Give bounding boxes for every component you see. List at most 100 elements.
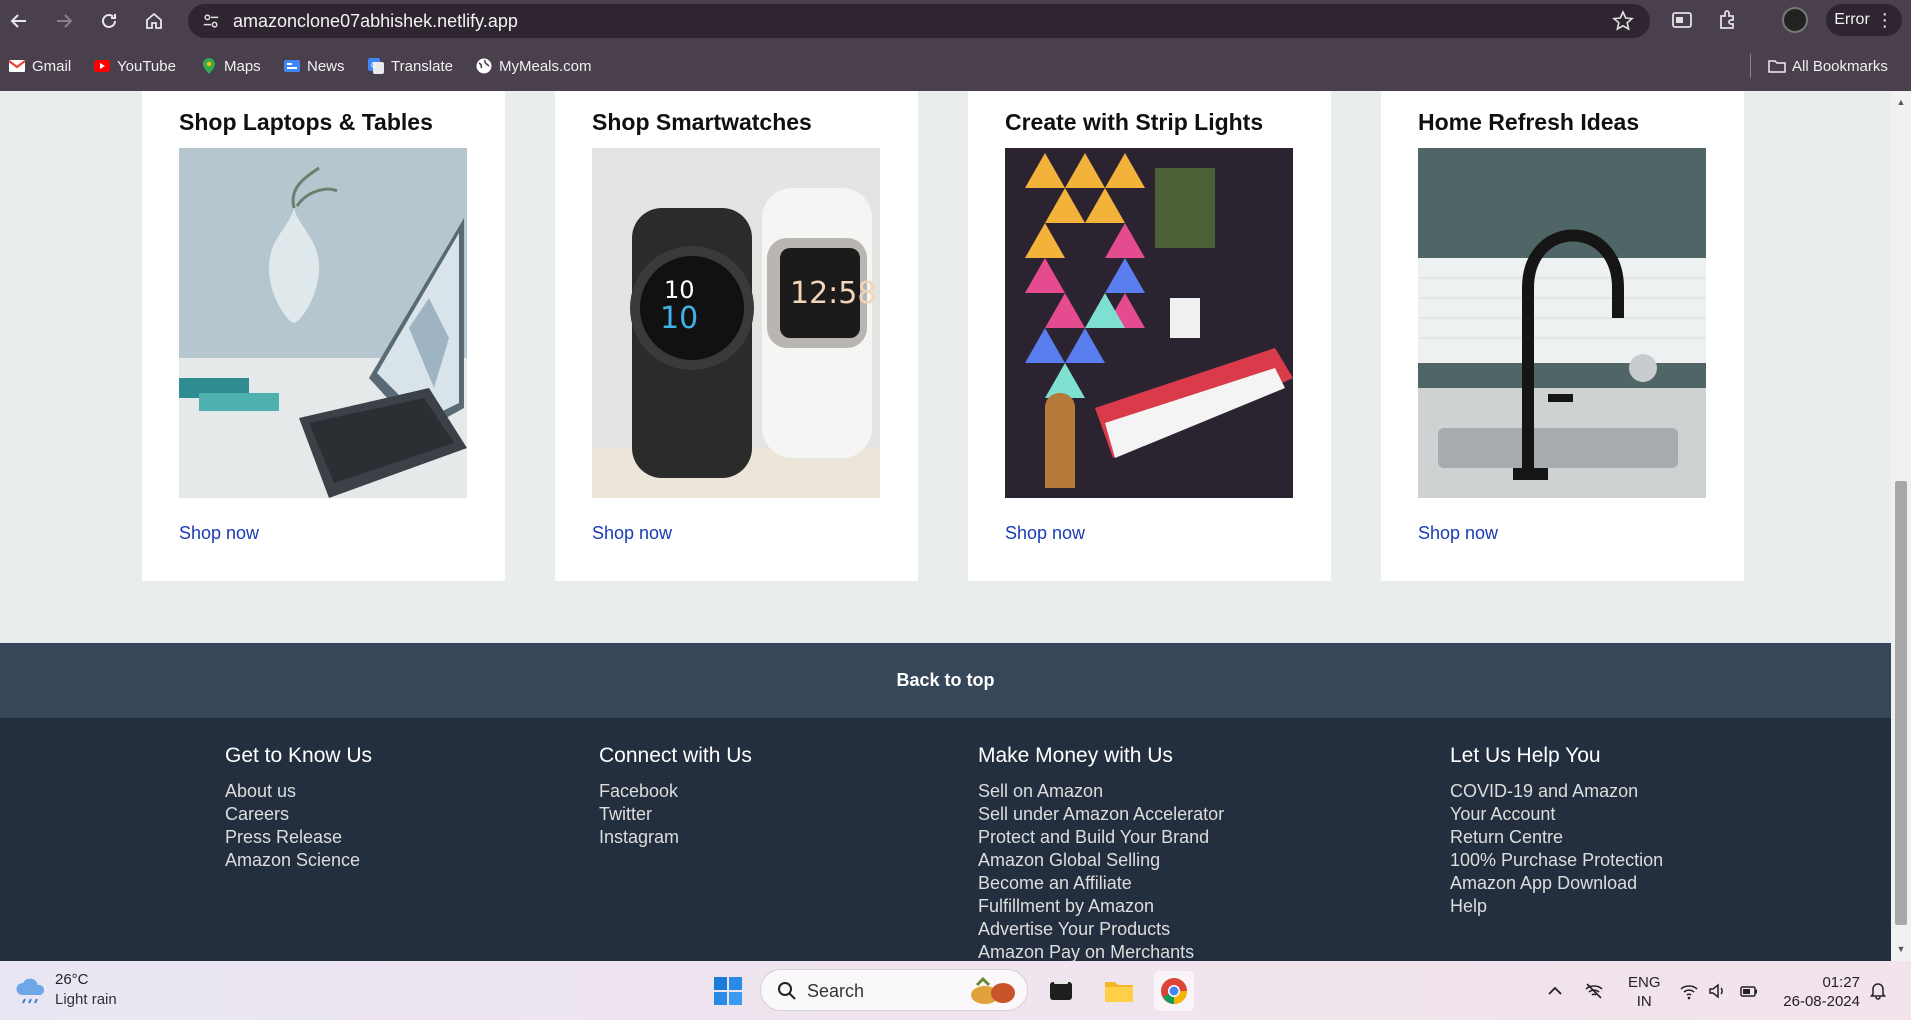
footer-heading: Get to Know Us [225,744,373,767]
footer-link[interactable]: Instagram [599,826,752,849]
footer-link[interactable]: Help [1450,895,1663,918]
footer-link[interactable]: 100% Purchase Protection [1450,849,1663,872]
bookmark-label: YouTube [117,57,176,75]
svg-text:10: 10 [664,276,695,304]
chevron-up-icon[interactable] [1545,981,1565,1001]
volume-icon[interactable] [1707,981,1727,1001]
back-to-top-button[interactable]: Back to top [0,643,1891,718]
category-card: Home Refresh Ideas Shop now [1381,91,1744,581]
footer: Get to Know Us About us Careers Press Re… [0,718,1891,961]
bookmark-star-icon[interactable] [1612,10,1634,32]
bookmark-maps[interactable]: Maps [200,55,261,77]
folder-app-icon [1105,982,1133,1002]
bookmark-translate[interactable]: G Translate [367,55,453,77]
shop-now-link[interactable]: Shop now [1005,523,1085,544]
footer-heading: Connect with Us [599,744,752,767]
extensions-icon[interactable] [1716,8,1740,32]
bookmark-mymeals[interactable]: MyMeals.com [475,55,592,77]
scroll-down-icon[interactable]: ▼ [1896,944,1906,954]
footer-link[interactable]: Amazon Science [225,849,372,872]
battery-icon[interactable] [1739,981,1759,1001]
taskbar-app-terminal[interactable] [1041,971,1081,1011]
profile-avatar[interactable] [1782,7,1808,33]
footer-column-connect-with-us: Connect with Us Facebook Twitter Instagr… [599,744,752,849]
profile-error-button[interactable]: Error ⋮ [1826,4,1902,36]
footer-link[interactable]: Your Account [1450,803,1663,826]
shop-now-link[interactable]: Shop now [592,523,672,544]
address-bar[interactable]: amazonclone07abhishek.netlify.app [188,4,1650,38]
footer-heading: Make Money with Us [978,744,1173,767]
network-off-icon[interactable] [1584,981,1604,1001]
footer-link[interactable]: Press Release [225,826,372,849]
taskbar-app-chrome[interactable] [1154,971,1194,1011]
footer-link[interactable]: Advertise Your Products [978,918,1224,941]
language-code: ENG [1628,974,1661,991]
scrollbar-thumb[interactable] [1895,481,1907,925]
search-icon [778,982,796,1000]
footer-link[interactable]: Facebook [599,780,752,803]
footer-link[interactable]: Fulfillment by Amazon [978,895,1224,918]
tab-search-icon[interactable] [1670,8,1694,32]
shop-now-link[interactable]: Shop now [179,523,259,544]
footer-link[interactable]: Amazon Pay on Merchants [978,941,1224,961]
category-cards: Shop Laptops & Tables Shop now Shop Smar… [142,91,1744,581]
footer-link[interactable]: About us [225,780,372,803]
page-viewport: Shop Laptops & Tables Shop now Shop Smar… [0,91,1891,961]
footer-link[interactable]: Twitter [599,803,752,826]
footer-link[interactable]: Return Centre [1450,826,1663,849]
bookmark-gmail[interactable]: Gmail [8,55,71,77]
faucet-image[interactable] [1418,148,1706,498]
scroll-up-icon[interactable]: ▲ [1896,97,1906,107]
footer-link[interactable]: Amazon Global Selling [978,849,1224,872]
all-bookmarks-label: All Bookmarks [1792,57,1888,75]
page-scrollbar[interactable]: ▲ ▼ [1891,91,1911,961]
svg-text:G: G [371,61,377,70]
footer-column-get-to-know-us: Get to Know Us About us Careers Press Re… [225,744,372,872]
footer-link[interactable]: COVID-19 and Amazon [1450,780,1663,803]
weather-description[interactable]: Light rain [55,991,117,1008]
home-button[interactable] [139,6,169,36]
reload-button[interactable] [94,6,124,36]
weather-temperature[interactable]: 26°C [55,971,89,988]
all-bookmarks-button[interactable]: All Bookmarks [1768,55,1888,77]
back-button[interactable] [4,6,34,36]
notification-bell-icon[interactable] [1868,980,1888,1000]
windows-taskbar: 26°C Light rain Search ENG IN 01:27 26-0… [0,961,1911,1020]
taskbar-app-file-explorer[interactable] [1099,971,1139,1011]
search-placeholder: Search [807,981,865,1001]
bookmark-youtube[interactable]: YouTube [93,55,176,77]
weather-rain-icon[interactable] [14,975,48,1005]
forward-button[interactable] [49,6,79,36]
taskbar-search[interactable]: Search [760,969,1028,1011]
browser-toolbar: amazonclone07abhishek.netlify.app Error ⋮ [0,0,1911,41]
footer-link[interactable]: Sell under Amazon Accelerator [978,803,1224,826]
site-settings-icon[interactable] [202,12,220,30]
card-title: Create with Strip Lights [1005,109,1264,135]
footer-link[interactable]: Become an Affiliate [978,872,1224,895]
footer-link[interactable]: Sell on Amazon [978,780,1224,803]
shop-now-link[interactable]: Shop now [1418,523,1498,544]
bookmark-label: Gmail [32,57,72,75]
wifi-icon[interactable] [1679,981,1699,1001]
strip-lights-image[interactable] [1005,148,1293,498]
footer-link[interactable]: Protect and Build Your Brand [978,826,1224,849]
windows-start-icon[interactable] [714,977,742,1005]
bookmarks-bar: Gmail YouTube Maps News G Translate MyMe… [0,41,1911,91]
system-clock[interactable]: 01:27 26-08-2024 [1778,973,1860,1011]
footer-link[interactable]: Amazon App Download [1450,872,1663,895]
globe-icon [476,58,492,74]
language-indicator[interactable]: ENG IN [1628,973,1661,1011]
laptop-image[interactable] [179,148,467,498]
translate-icon: G [368,58,384,74]
bookmarks-divider [1750,54,1751,78]
bookmark-label: MyMeals.com [499,57,592,75]
reload-icon [102,13,116,28]
arrow-left-icon [10,14,26,28]
footer-link[interactable]: Careers [225,803,372,826]
arrow-right-icon [57,14,73,28]
region-code: IN [1636,993,1652,1010]
smartwatch-image[interactable]: 12:58 10 10 [592,148,880,498]
url-text[interactable]: amazonclone07abhishek.netlify.app [233,11,518,32]
bookmark-news[interactable]: News [283,55,345,77]
more-menu-icon: ⋮ [1875,9,1894,30]
